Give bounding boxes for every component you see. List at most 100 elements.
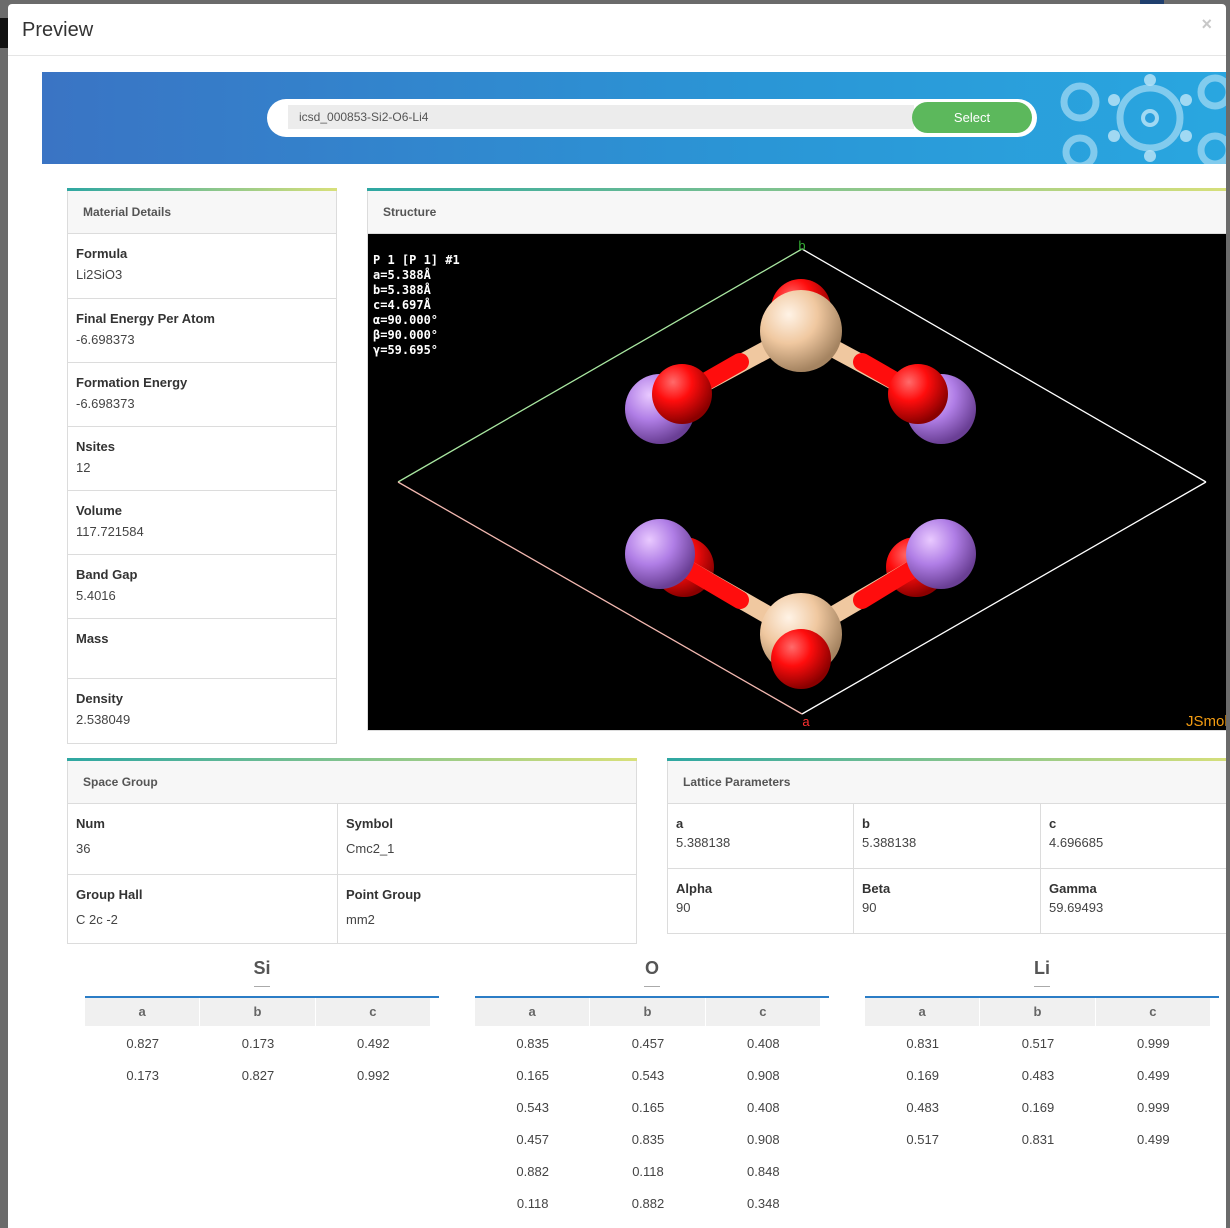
jsmol-watermark: JSmol bbox=[1186, 713, 1226, 730]
material-search-input[interactable] bbox=[288, 105, 914, 129]
title-underline bbox=[254, 986, 270, 987]
table-cell: 0.408 bbox=[747, 1100, 780, 1115]
cell-info-line: β=90.000° bbox=[373, 328, 438, 342]
o-title: O bbox=[644, 958, 659, 978]
cell-label: Group Hall bbox=[76, 887, 143, 902]
material-details-title: Material Details bbox=[68, 188, 336, 234]
cell-label: Gamma bbox=[1049, 881, 1097, 896]
detail-band-gap: Band Gap 5.4016 bbox=[68, 555, 336, 619]
sg-num-cell: Num 36 bbox=[68, 804, 338, 875]
detail-final-energy: Final Energy Per Atom -6.698373 bbox=[68, 299, 336, 363]
lattice-grid: a 5.388138 b 5.388138 c 4.696685 Alpha 90 Be… bbox=[668, 804, 1226, 933]
table-cell: 0.517 bbox=[906, 1132, 939, 1147]
cell-info-line: α=90.000° bbox=[373, 313, 438, 327]
lattice-b-cell: b 5.388138 bbox=[854, 804, 1041, 869]
detail-value: 5.4016 bbox=[76, 588, 116, 603]
table-row: 0.517 0.831 0.499 bbox=[865, 1124, 1211, 1156]
detail-value: Li2SiO3 bbox=[76, 267, 123, 282]
table-cell: 0.118 bbox=[632, 1164, 664, 1179]
cell-info-line: b=5.388Å bbox=[373, 282, 432, 297]
axis-a-label: a bbox=[802, 714, 810, 729]
table-cell: 0.165 bbox=[631, 1100, 665, 1115]
cell-value: 4.696685 bbox=[1049, 835, 1104, 850]
table-cell: 0.169 bbox=[906, 1068, 939, 1083]
table-row: 0.827 0.173 0.492 bbox=[85, 1028, 431, 1060]
detail-label: Final Energy Per Atom bbox=[76, 311, 215, 326]
snowflake-pattern-icon bbox=[1060, 74, 1226, 164]
lattice-gamma-cell: Gamma 59.69493 bbox=[1041, 869, 1226, 933]
lattice-a-cell: a 5.388138 bbox=[668, 804, 854, 869]
table-header: abc bbox=[865, 998, 1211, 1026]
table-cell: 0.827 bbox=[241, 1068, 275, 1083]
cell-label: a bbox=[676, 816, 684, 831]
search-bar: Select bbox=[267, 99, 1037, 137]
cell-value: mm2 bbox=[346, 912, 375, 927]
detail-label: Formation Energy bbox=[76, 375, 188, 390]
crystal-structure-view[interactable]: b a P 1 [P 1] #1 a=5.388Å b=5.388Å c=4.6… bbox=[368, 234, 1226, 730]
cell-label: Symbol bbox=[346, 816, 393, 831]
preview-modal: Preview × Select Material bbox=[8, 4, 1226, 1228]
detail-volume: Volume 117.721584 bbox=[68, 491, 336, 555]
cell-value: 59.69493 bbox=[1049, 900, 1104, 915]
table-cell: 0.999 bbox=[1137, 1100, 1170, 1115]
axis-b-label: b bbox=[798, 238, 805, 253]
space-group-grid: Num 36 Symbol Cmc2_1 Group Hall C 2c -2 Poi… bbox=[68, 804, 637, 943]
li-title: Li bbox=[1034, 958, 1050, 978]
table-row: 0.543 0.165 0.408 bbox=[475, 1092, 821, 1124]
lattice-c-cell: c 4.696685 bbox=[1041, 804, 1226, 869]
column-header: b bbox=[980, 998, 1096, 1026]
lithium-atom bbox=[906, 519, 976, 589]
material-details-panel: Material Details Formula Li2SiO3 Final En… bbox=[67, 188, 337, 744]
column-header: c bbox=[316, 998, 431, 1026]
column-header: b bbox=[200, 998, 316, 1026]
table-cell: 0.173 bbox=[241, 1036, 275, 1051]
o-table: abc 0.835 0.457 0.408 0.165 0.543 0.908 0.54… bbox=[475, 996, 829, 1220]
si-coordinates: Si abc 0.827 0.173 0.492 0.173 0.827 0.992 bbox=[85, 958, 439, 1092]
table-cell: 0.835 bbox=[631, 1132, 665, 1147]
li-coordinates: Li abc 0.831 0.517 0.999 0.169 0.483 0.499 0… bbox=[865, 958, 1219, 1156]
table-cell: 0.908 bbox=[747, 1068, 780, 1083]
column-header: c bbox=[1096, 998, 1211, 1026]
li-table: abc 0.831 0.517 0.999 0.169 0.483 0.499 0.48… bbox=[865, 996, 1219, 1156]
column-header: a bbox=[475, 998, 591, 1026]
structure-panel: Structure b a P 1 [P 1] #1 a=5.388Å b=5.… bbox=[367, 188, 1226, 731]
table-cell: 0.831 bbox=[1021, 1132, 1055, 1147]
structure-title: Structure bbox=[368, 188, 1226, 234]
si-table: abc 0.827 0.173 0.492 0.173 0.827 0.992 bbox=[85, 996, 439, 1092]
o-coordinates: O abc 0.835 0.457 0.408 0.165 0.543 0.908 0.… bbox=[475, 958, 829, 1220]
jsmol-viewer[interactable]: b a P 1 [P 1] #1 a=5.388Å b=5.388Å c=4.6… bbox=[368, 234, 1226, 730]
table-cell: 0.908 bbox=[747, 1132, 780, 1147]
cell-info-line: c=4.697Å bbox=[373, 297, 432, 312]
lithium-atom bbox=[625, 519, 695, 589]
table-cell: 0.848 bbox=[747, 1164, 780, 1179]
close-icon[interactable]: × bbox=[1201, 14, 1212, 35]
detail-label: Mass bbox=[76, 631, 109, 646]
lattice-alpha-cell: Alpha 90 bbox=[668, 869, 854, 933]
select-button[interactable]: Select bbox=[912, 102, 1032, 133]
cell-value: 5.388138 bbox=[862, 835, 917, 850]
table-cell: 0.499 bbox=[1137, 1132, 1170, 1147]
table-row: 0.831 0.517 0.999 bbox=[865, 1028, 1211, 1060]
table-cell: 0.408 bbox=[747, 1036, 780, 1051]
cell-value: C 2c -2 bbox=[76, 912, 118, 927]
space-group-panel: Space Group Num 36 Symbol Cmc2_1 Group Hal… bbox=[67, 758, 637, 944]
cell-label: Num bbox=[76, 816, 105, 831]
cell-value: 5.388138 bbox=[676, 835, 731, 850]
detail-nsites: Nsites 12 bbox=[68, 427, 336, 491]
detail-value: -6.698373 bbox=[76, 396, 135, 411]
table-cell: 0.517 bbox=[1021, 1036, 1055, 1051]
table-cell: 0.499 bbox=[1137, 1068, 1170, 1083]
table-row: 0.173 0.827 0.992 bbox=[85, 1060, 431, 1092]
sg-point-group-cell: Point Group mm2 bbox=[338, 875, 637, 943]
table-row: 0.457 0.835 0.908 bbox=[475, 1124, 821, 1156]
sg-group-hall-cell: Group Hall C 2c -2 bbox=[68, 875, 338, 943]
cell-info-line: P 1 [P 1] #1 bbox=[373, 253, 460, 267]
table-row: 0.165 0.543 0.908 bbox=[475, 1060, 821, 1092]
detail-mass: Mass bbox=[68, 619, 336, 679]
table-header: abc bbox=[85, 998, 431, 1026]
table-cell: 0.169 bbox=[1021, 1100, 1055, 1115]
si-title: Si bbox=[253, 958, 271, 978]
oxygen-atom bbox=[888, 364, 948, 424]
table-row: 0.835 0.457 0.408 bbox=[475, 1028, 821, 1060]
cell-value: Cmc2_1 bbox=[346, 841, 395, 856]
